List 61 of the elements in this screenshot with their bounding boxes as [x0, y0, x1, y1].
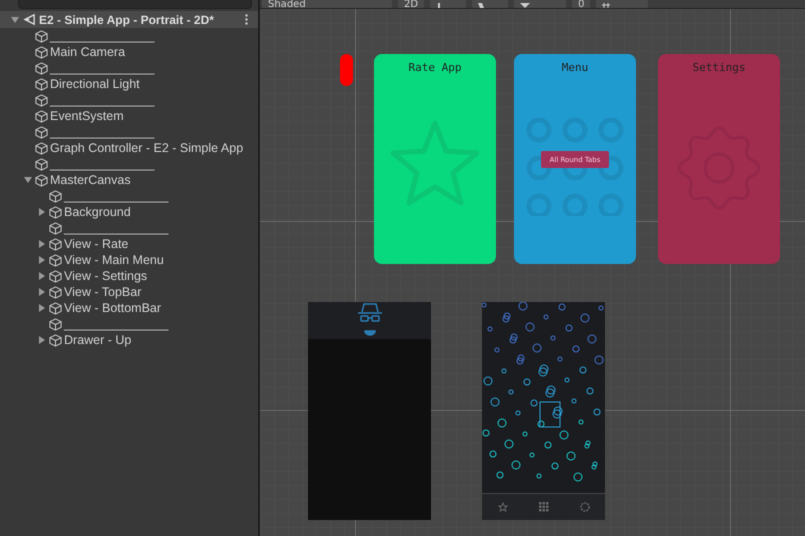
hierarchy-item[interactable]: MasterCanvas — [50, 173, 131, 187]
cube-icon — [35, 126, 48, 138]
panel-title: Menu — [562, 61, 588, 74]
cube-icon — [35, 158, 48, 170]
hierarchy-item[interactable]: View - BottomBar — [64, 301, 162, 315]
hierarchy-item[interactable]: View - Main Menu — [64, 253, 164, 267]
cube-icon — [49, 318, 62, 330]
hierarchy-item[interactable]: EventSystem — [50, 109, 124, 123]
cube-icon — [35, 62, 48, 74]
cube-icon — [35, 110, 48, 122]
panel-title: Settings — [692, 61, 746, 74]
collapsed-arrow-icon[interactable] — [38, 240, 46, 248]
incognito-icon — [356, 302, 382, 336]
hierarchy-item[interactable]: Drawer - Up — [64, 333, 132, 347]
collapsed-arrow-icon[interactable] — [38, 256, 46, 264]
grid-icon — [602, 3, 610, 8]
panel-title: Rate App — [408, 61, 462, 74]
collapsed-arrow-icon[interactable] — [38, 288, 46, 296]
star-icon[interactable] — [498, 502, 508, 512]
cube-icon — [49, 254, 62, 266]
hierarchy-item[interactable]: View - Rate — [64, 237, 128, 251]
more-options-icon[interactable] — [245, 14, 248, 25]
cube-icon — [35, 30, 48, 42]
collapsed-arrow-icon[interactable] — [38, 336, 46, 344]
expanded-arrow-icon[interactable] — [24, 176, 32, 184]
cube-icon — [35, 78, 48, 90]
cube-icon — [49, 302, 62, 314]
cube-icon — [49, 190, 62, 202]
hierarchy-item[interactable]: _______________ — [64, 221, 168, 235]
hierarchy-item[interactable]: _______________ — [64, 317, 168, 331]
hierarchy-item[interactable]: _______________ — [50, 93, 154, 107]
cube-icon — [49, 238, 62, 250]
grid-icon[interactable] — [538, 502, 548, 512]
unity-logo-icon — [23, 13, 36, 26]
hierarchy-item[interactable]: Background — [64, 205, 131, 219]
grid-circles-icon — [525, 116, 625, 216]
hierarchy-item[interactable]: View - Settings — [64, 269, 148, 283]
hierarchy-item[interactable]: Main Camera — [50, 45, 126, 59]
hierarchy-item[interactable]: _______________ — [50, 61, 154, 75]
hierarchy-item[interactable]: _______________ — [64, 189, 168, 203]
collapsed-arrow-icon[interactable] — [38, 304, 46, 312]
cube-icon — [35, 174, 48, 186]
cube-icon — [49, 334, 62, 346]
cube-icon — [35, 94, 48, 106]
hierarchy-item[interactable]: View - TopBar — [64, 285, 142, 299]
close-handle — [340, 54, 353, 86]
hierarchy-item[interactable]: _______________ — [50, 125, 154, 139]
hierarchy-item[interactable]: Directional Light — [50, 77, 140, 91]
collapsed-arrow-icon[interactable] — [38, 208, 46, 216]
hierarchy-item[interactable]: _______________ — [50, 157, 154, 171]
scene-title: E2 - Simple App - Portrait - 2D* — [39, 12, 214, 26]
hierarchy-item[interactable]: _______________ — [50, 29, 154, 43]
cube-icon — [49, 286, 62, 298]
expanded-arrow-icon[interactable] — [11, 16, 19, 24]
cube-icon — [49, 206, 62, 218]
cube-icon — [49, 222, 62, 234]
collapsed-arrow-icon[interactable] — [38, 272, 46, 280]
cube-icon — [49, 270, 62, 282]
cube-icon — [35, 46, 48, 58]
cube-icon — [35, 142, 48, 154]
hierarchy-item[interactable]: Graph Controller - E2 - Simple App — [50, 141, 244, 155]
